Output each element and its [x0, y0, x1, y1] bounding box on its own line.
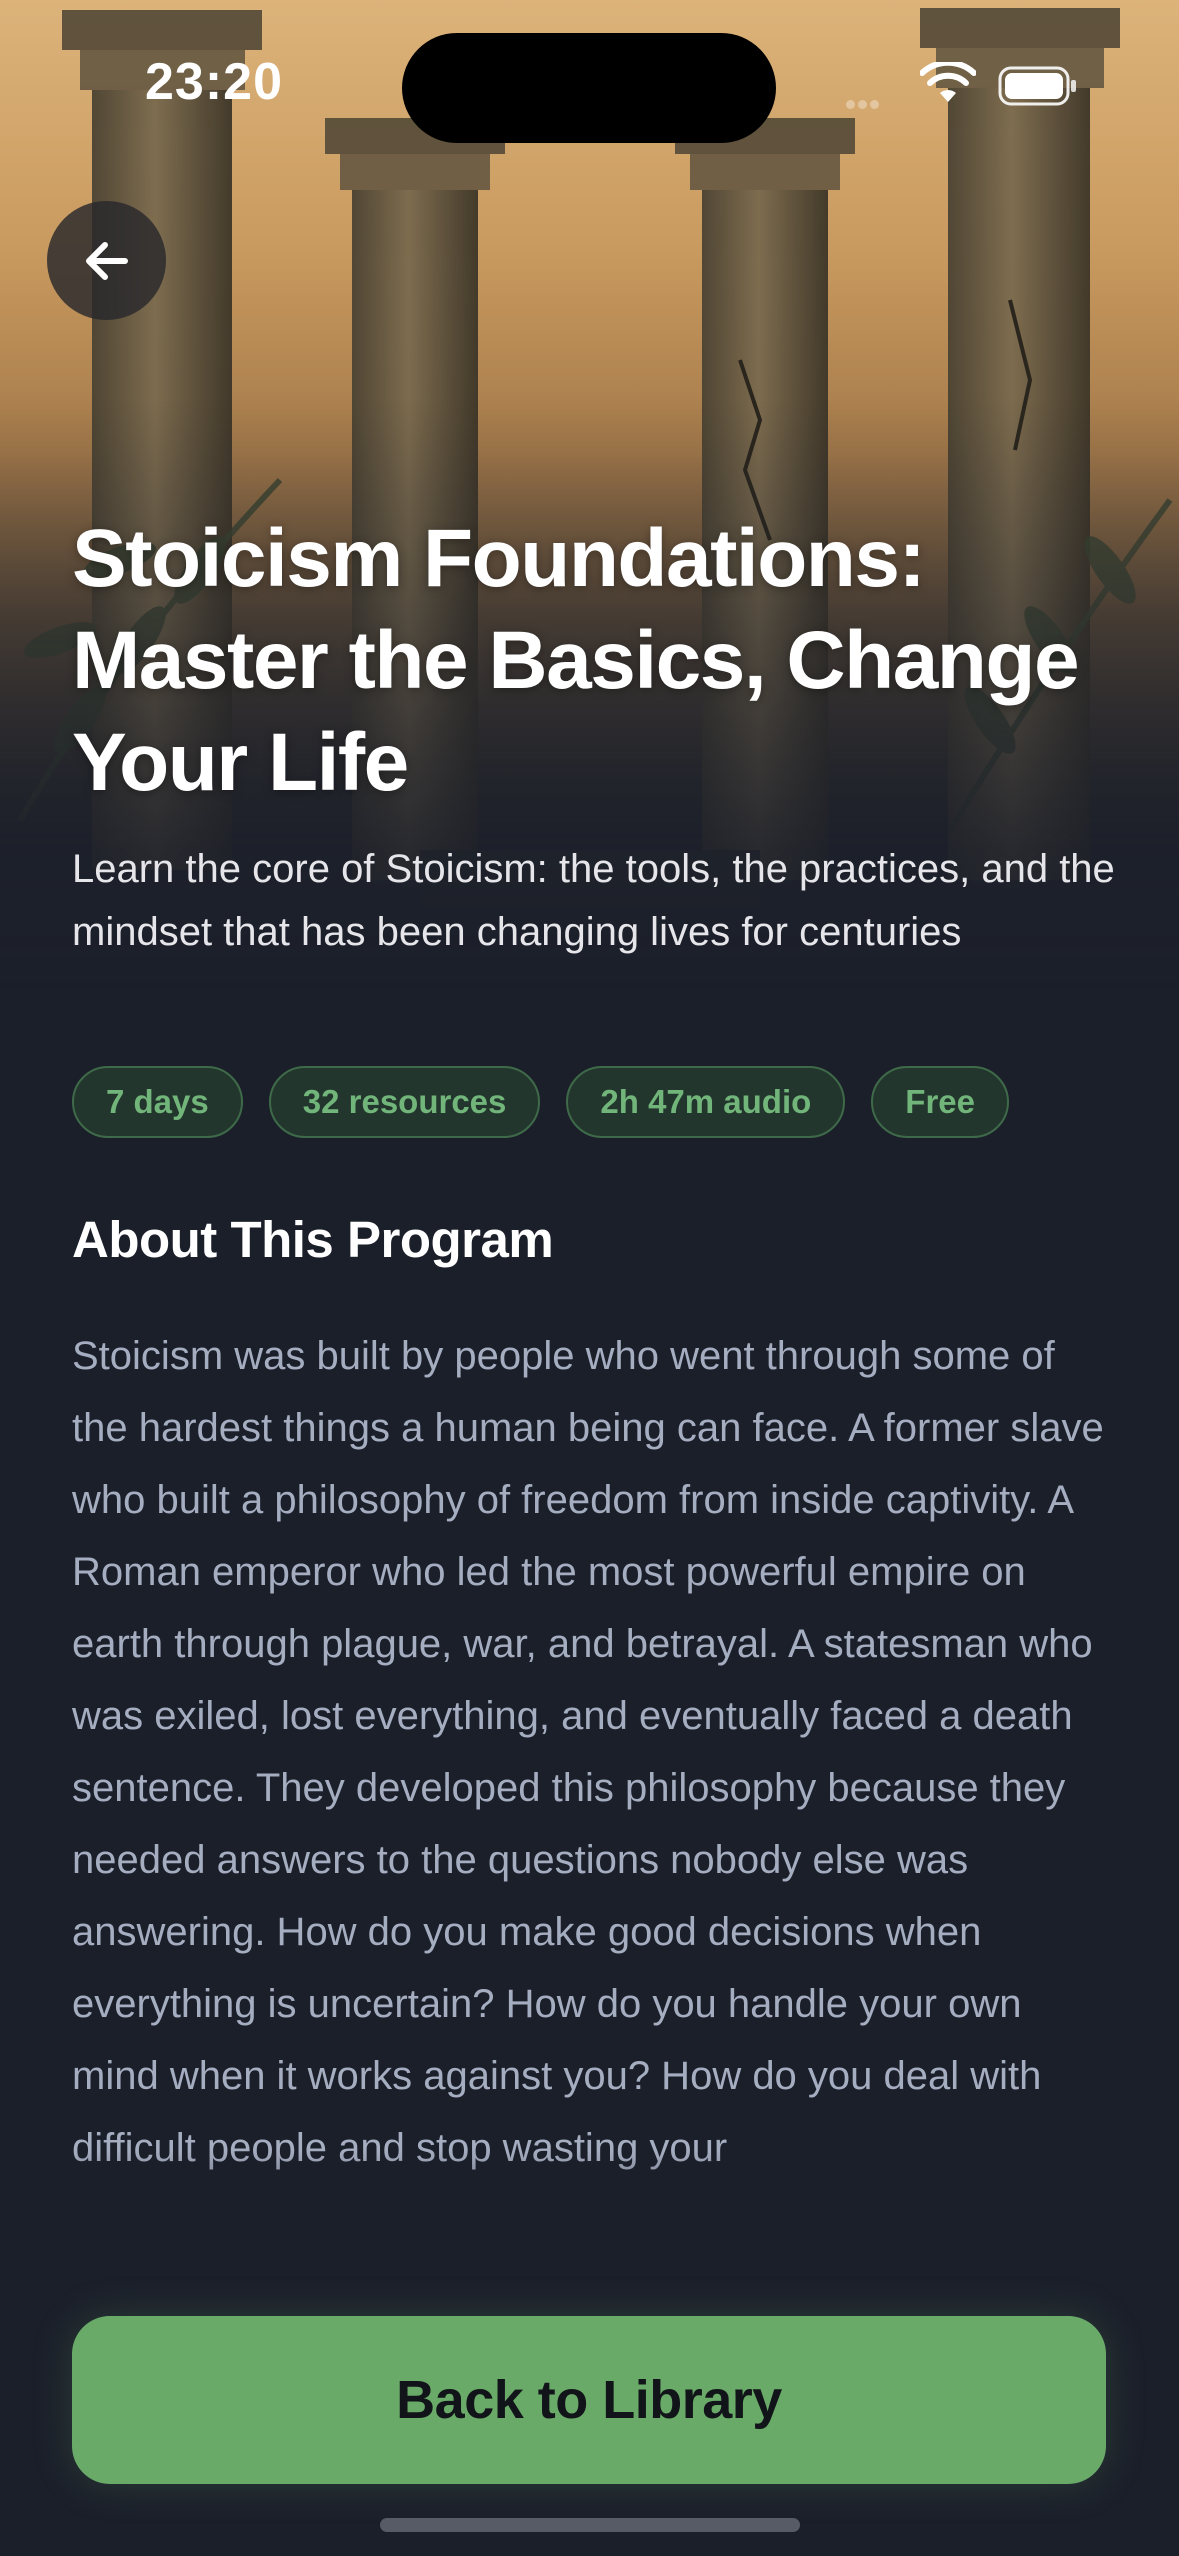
program-meta-chips: 7 days 32 resources 2h 47m audio Free: [72, 1066, 1009, 1138]
text-fade-overlay: [0, 2150, 1179, 2290]
about-description: Stoicism was built by people who went th…: [72, 1334, 1104, 2170]
chip-resources: 32 resources: [268, 1066, 541, 1138]
back-to-library-button[interactable]: Back to Library: [72, 2316, 1106, 2484]
about-heading: About This Program: [72, 1211, 554, 1268]
wifi-icon: [920, 62, 976, 102]
signal-icon: [846, 96, 892, 109]
home-indicator[interactable]: [380, 2518, 800, 2532]
dynamic-island: [402, 33, 776, 143]
program-subtitle: Learn the core of Stoicism: the tools, t…: [72, 847, 1115, 954]
arrow-left-icon: [85, 241, 128, 280]
program-title: Stoicism Foundations: Master the Basics,…: [72, 513, 1080, 808]
back-button[interactable]: [47, 201, 166, 320]
chip-audio-length: 2h 47m audio: [566, 1066, 846, 1138]
status-time: 23:20: [145, 53, 283, 111]
chip-duration: 7 days: [72, 1066, 243, 1138]
chip-price: Free: [871, 1066, 1009, 1138]
battery-icon: [998, 66, 1076, 106]
